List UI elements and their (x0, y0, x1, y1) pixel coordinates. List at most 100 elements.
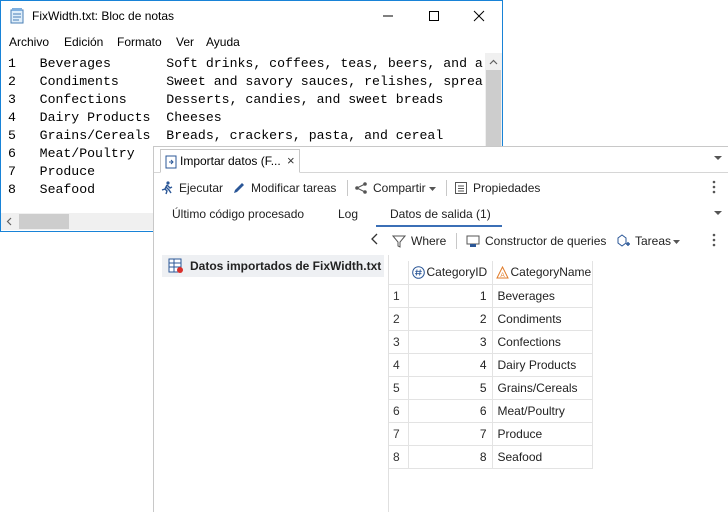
row-number: 6 (389, 398, 409, 423)
row-number: 5 (389, 375, 409, 400)
tab-close-icon[interactable]: × (287, 153, 295, 168)
cell-categoryid[interactable]: 5 (407, 375, 493, 400)
tab-last-code[interactable]: Último código procesado (172, 207, 304, 221)
cell-categoryname[interactable]: Dairy Products (491, 352, 593, 377)
data-grid: CategoryID A CategoryName 1 1 Beverages … (389, 261, 593, 469)
run-label: Ejecutar (179, 181, 224, 195)
more-options-icon[interactable] (711, 232, 717, 248)
where-button[interactable]: Where (392, 233, 452, 251)
text-line: 3 Confections Desserts, candies, and swe… (8, 92, 444, 107)
cell-categoryid[interactable]: 6 (407, 398, 493, 423)
output-table-label: Datos importados de FixWidth.txt (190, 259, 382, 273)
output-table-item[interactable]: Datos importados de FixWidth.txt (162, 255, 384, 277)
text-line: 4 Dairy Products Cheeses (8, 110, 222, 125)
maximize-icon (429, 11, 439, 21)
import-data-icon (165, 155, 177, 169)
notepad-title: FixWidth.txt: Bloc de notas (32, 9, 175, 23)
cell-categoryname[interactable]: Seafood (491, 444, 593, 469)
share-label: Compartir (373, 181, 426, 195)
tab-log[interactable]: Log (338, 207, 358, 221)
chevron-down-icon[interactable] (713, 208, 723, 218)
cell-categoryname[interactable]: Grains/Cereals (491, 375, 593, 400)
table-row[interactable]: 7 7 Produce (389, 421, 593, 446)
query-builder-icon (466, 235, 480, 247)
table-row[interactable]: 8 8 Seafood (389, 444, 593, 469)
cell-categoryname[interactable]: Confections (491, 329, 593, 354)
tasks-dropdown-icon (673, 240, 680, 244)
cell-categoryid[interactable]: 1 (407, 283, 493, 308)
character-column-icon: A (495, 266, 509, 279)
properties-button[interactable]: Propiedades (454, 180, 544, 198)
modify-tasks-button[interactable]: Modificar tareas (232, 180, 342, 198)
menu-ayuda[interactable]: Ayuda (206, 35, 240, 49)
data-grid-area: CategoryID A CategoryName 1 1 Beverages … (388, 255, 728, 512)
share-button[interactable]: Compartir (354, 180, 438, 198)
menu-edicion[interactable]: Edición (64, 35, 103, 49)
toolbar-separator (347, 180, 348, 196)
table-row[interactable]: 1 1 Beverages (389, 283, 593, 308)
column-header-categoryid[interactable]: CategoryID (407, 261, 493, 285)
tasks-button[interactable]: Tareas (616, 233, 686, 251)
table-row[interactable]: 3 3 Confections (389, 329, 593, 354)
cell-categoryid[interactable]: 2 (407, 306, 493, 331)
share-icon (355, 182, 367, 194)
minimize-button[interactable] (365, 1, 411, 31)
query-builder-label: Constructor de queries (485, 234, 607, 248)
row-number: 4 (389, 352, 409, 377)
more-options-icon[interactable] (711, 179, 717, 195)
import-data-panel: Importar datos (F... × Ejecutar Modifica… (153, 146, 728, 512)
text-line: 5 Grains/Cereals Breads, crackers, pasta… (8, 128, 444, 143)
properties-label: Propiedades (473, 181, 541, 195)
menu-formato[interactable]: Formato (117, 35, 162, 49)
run-button[interactable]: Ejecutar (160, 180, 230, 198)
table-row[interactable]: 4 4 Dairy Products (389, 352, 593, 377)
scroll-up-arrow-icon[interactable] (485, 55, 502, 70)
notepad-menubar: Archivo Edición Formato Ver Ayuda (1, 31, 502, 53)
scroll-left-arrow-icon[interactable] (2, 213, 17, 230)
cell-categoryname[interactable]: Meat/Poultry (491, 398, 593, 423)
notepad-titlebar[interactable]: FixWidth.txt: Bloc de notas (1, 1, 502, 31)
close-icon (473, 10, 485, 22)
tab-label: Importar datos (F... (180, 154, 281, 168)
close-button[interactable] (456, 1, 502, 31)
cell-categoryname[interactable]: Condiments (491, 306, 593, 331)
where-label: Where (411, 234, 447, 248)
table-row[interactable]: 5 5 Grains/Cereals (389, 375, 593, 400)
tasks-label: Tareas (635, 234, 672, 248)
table-row[interactable]: 2 2 Condiments (389, 306, 593, 331)
modify-tasks-label: Modificar tareas (251, 181, 337, 195)
cell-categoryid[interactable]: 8 (407, 444, 493, 469)
tab-importar-datos[interactable]: Importar datos (F... × (160, 149, 300, 173)
cell-categoryname[interactable]: Beverages (491, 283, 593, 308)
cell-categoryid[interactable]: 7 (407, 421, 493, 446)
maximize-button[interactable] (411, 1, 457, 31)
vertical-scroll-thumb[interactable] (486, 70, 501, 150)
tab-list-dropdown-icon[interactable] (713, 153, 723, 163)
cell-categoryid[interactable]: 4 (407, 352, 493, 377)
share-dropdown-icon (429, 187, 436, 191)
tasks-icon (617, 234, 630, 247)
cell-categoryname[interactable]: Produce (491, 421, 593, 446)
row-number: 8 (389, 444, 409, 469)
collapse-pane-icon[interactable] (370, 233, 380, 245)
svg-text:A: A (500, 272, 505, 279)
query-builder-button[interactable]: Constructor de queries (466, 233, 616, 251)
cell-categoryid[interactable]: 3 (407, 329, 493, 354)
tab-output-data[interactable]: Datos de salida (1) (390, 207, 491, 221)
document-tabstrip: Importar datos (F... × (154, 147, 728, 173)
output-tables-pane: Datos importados de FixWidth.txt (154, 227, 387, 512)
table-row[interactable]: 6 6 Meat/Poultry (389, 398, 593, 423)
grid-header-row: CategoryID A CategoryName (389, 261, 593, 285)
row-number: 3 (389, 329, 409, 354)
run-icon (161, 181, 173, 195)
horizontal-scroll-thumb[interactable] (19, 214, 69, 229)
task-toolbar: Ejecutar Modificar tareas Compartir Prop… (154, 174, 728, 202)
text-line: 7 Produce (8, 164, 96, 179)
row-number: 2 (389, 306, 409, 331)
column-header-categoryname[interactable]: A CategoryName (491, 261, 593, 285)
filter-icon (392, 235, 406, 248)
menu-ver[interactable]: Ver (176, 35, 194, 49)
row-number: 1 (389, 283, 409, 308)
column-header-label: CategoryName (510, 265, 592, 280)
menu-archivo[interactable]: Archivo (9, 35, 49, 49)
